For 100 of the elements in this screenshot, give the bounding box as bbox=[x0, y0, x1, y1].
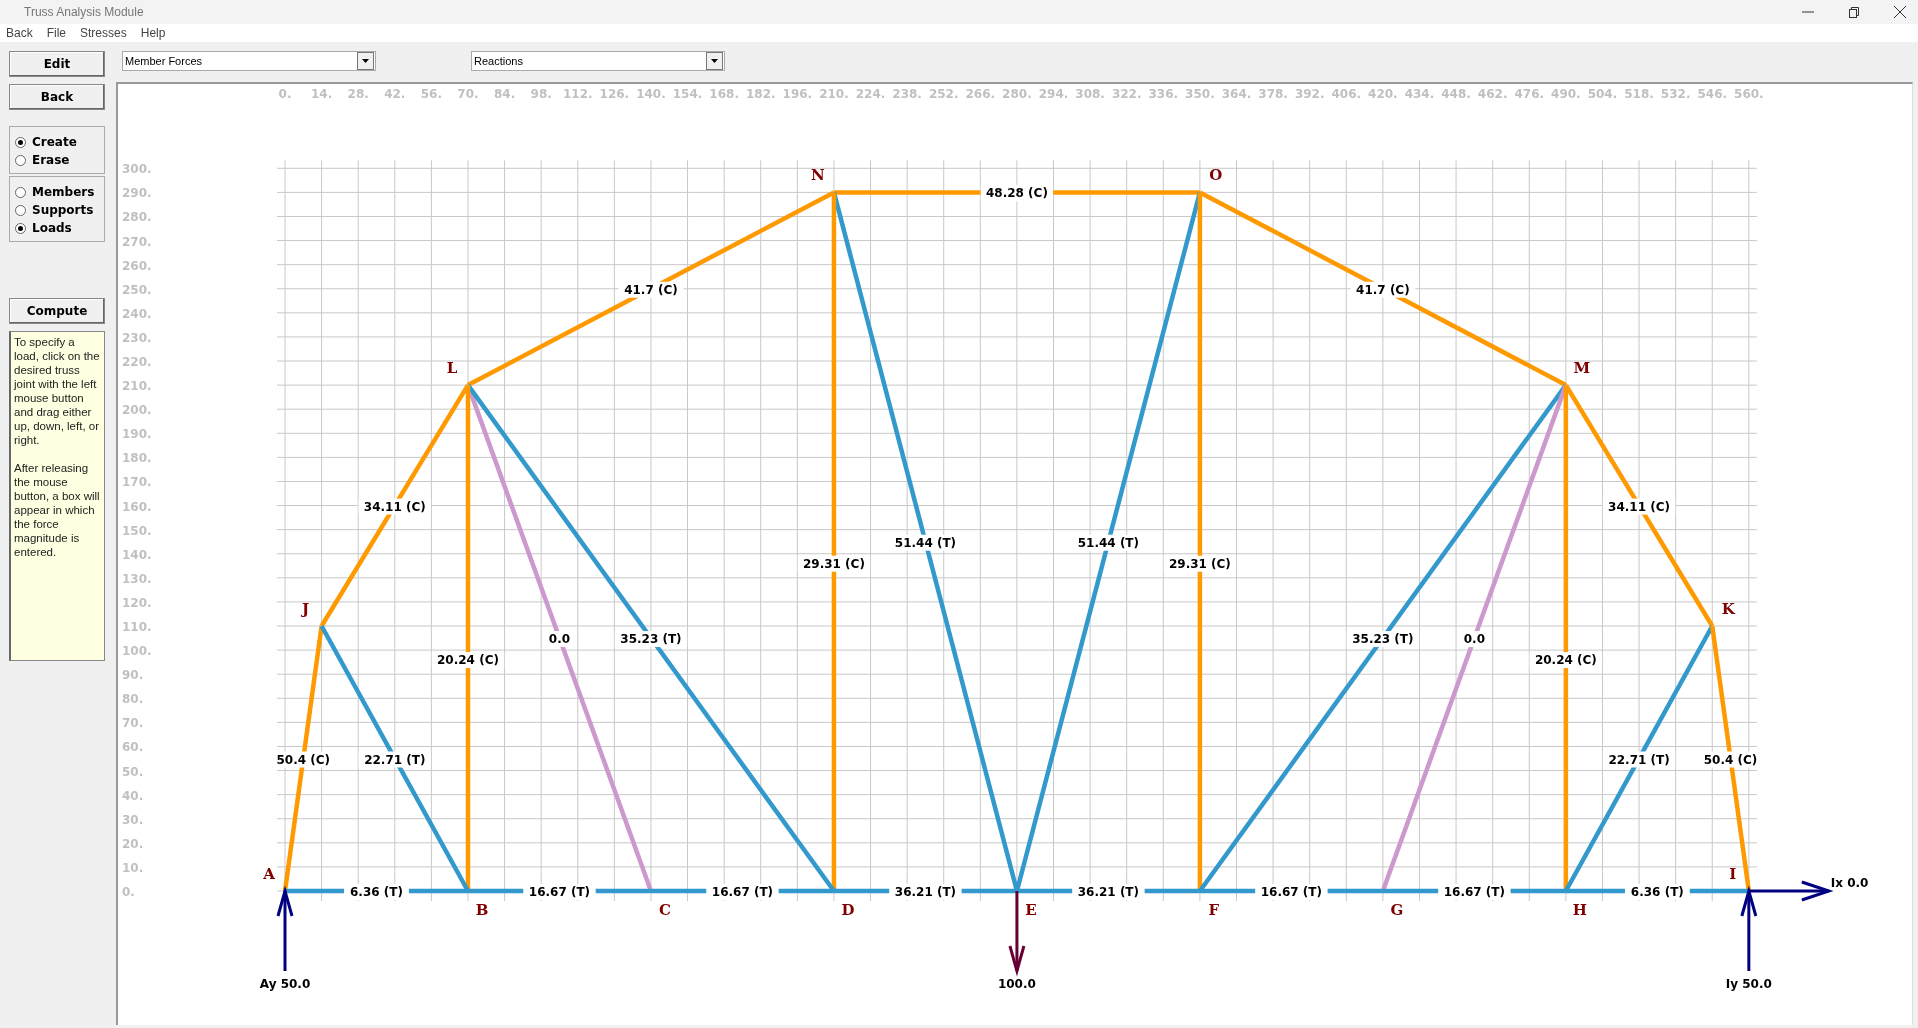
joint-label: E bbox=[1025, 901, 1037, 919]
dropdown-button[interactable] bbox=[706, 52, 723, 70]
axis-label: 392. bbox=[1294, 87, 1325, 101]
axis-label: 80. bbox=[122, 692, 144, 707]
radio-button[interactable] bbox=[15, 222, 26, 234]
axis-label: 190. bbox=[122, 427, 152, 442]
compute-button[interactable]: Compute bbox=[9, 298, 105, 324]
axis-label: 490. bbox=[1551, 87, 1581, 101]
axis-label: 50. bbox=[122, 764, 144, 779]
radio-label[interactable]: Supports bbox=[32, 203, 94, 217]
axis-label: 182. bbox=[745, 87, 776, 101]
window-title: Truss Analysis Module bbox=[24, 5, 144, 19]
help-text: After releasing the mouse button, a box will appear in which the force magnitude is entered. bbox=[14, 461, 101, 559]
axis-label: 476. bbox=[1514, 87, 1545, 101]
axis-label: 70. bbox=[122, 716, 144, 731]
axis-label: 100. bbox=[122, 644, 152, 659]
axis-label: 308. bbox=[1075, 87, 1105, 101]
axis-label: 0. bbox=[278, 87, 292, 101]
axis-label: 28. bbox=[347, 87, 369, 101]
axis-label: 140. bbox=[636, 87, 666, 101]
axis-label: 462. bbox=[1477, 87, 1508, 101]
axis-label: 406. bbox=[1331, 87, 1362, 101]
axis-label: 98. bbox=[530, 87, 552, 101]
axis-label: 224. bbox=[855, 87, 886, 101]
axis-label: 266. bbox=[965, 87, 996, 101]
axis-label: 240. bbox=[122, 306, 152, 321]
joint-label: D bbox=[841, 901, 855, 919]
axis-label: 280. bbox=[122, 210, 152, 225]
axis-label: 504. bbox=[1587, 87, 1618, 101]
dropdown[interactable]: Reactions bbox=[471, 51, 725, 71]
radio-label[interactable]: Erase bbox=[32, 153, 70, 167]
axis-label: 532. bbox=[1660, 87, 1691, 101]
joint-label: H bbox=[1572, 901, 1587, 919]
reaction-label: Ix 0.0 bbox=[1830, 876, 1869, 890]
joint-label: F bbox=[1208, 901, 1220, 919]
axis-label: 210. bbox=[819, 87, 849, 101]
axis-label: 364. bbox=[1221, 87, 1252, 101]
axis-label: 546. bbox=[1697, 87, 1728, 101]
axis-label: 20. bbox=[122, 836, 144, 851]
radio-button[interactable] bbox=[15, 204, 26, 216]
joint-label: G bbox=[1390, 901, 1404, 919]
axis-label: 294. bbox=[1038, 87, 1069, 101]
restore-icon[interactable] bbox=[1848, 6, 1860, 18]
axis-label: 110. bbox=[122, 620, 152, 634]
radio-button[interactable] bbox=[15, 136, 26, 148]
close-icon[interactable] bbox=[1894, 6, 1906, 18]
axis-label: 84. bbox=[493, 87, 516, 101]
help-text: To specify a load, click on the desired truss joint with the left mouse button and drag either up, down, left, or right. bbox=[14, 335, 101, 447]
radio-button[interactable] bbox=[15, 154, 26, 166]
axis-label: 30. bbox=[122, 812, 144, 827]
axis-label: 90. bbox=[122, 668, 144, 683]
caret-icon bbox=[711, 59, 718, 63]
axis-label: 260. bbox=[122, 258, 152, 273]
joint-label: K bbox=[1721, 600, 1735, 618]
back-button[interactable]: Back bbox=[9, 84, 105, 110]
radio-label[interactable]: Create bbox=[32, 135, 77, 149]
dropdown-button[interactable] bbox=[357, 52, 374, 70]
axis-label: 56. bbox=[420, 87, 442, 101]
menu-item[interactable]: File bbox=[46, 26, 67, 40]
axis-label: 60. bbox=[122, 740, 144, 755]
axis-label: 112. bbox=[562, 87, 593, 101]
axis-label: 180. bbox=[122, 451, 152, 466]
axis-label: 238. bbox=[892, 87, 922, 101]
joint-label: J bbox=[302, 600, 310, 618]
axis-label: 434. bbox=[1404, 87, 1435, 101]
axis-label: 252. bbox=[928, 87, 959, 101]
axis-label: 0. bbox=[122, 885, 135, 899]
caret-icon bbox=[362, 59, 369, 63]
axis-label: 140. bbox=[122, 547, 152, 562]
axis-label: 280. bbox=[1002, 87, 1032, 101]
joint-label: B bbox=[475, 901, 489, 919]
axis-label: 220. bbox=[122, 355, 152, 369]
joint-label: M bbox=[1573, 359, 1591, 378]
axis-label: 336. bbox=[1148, 87, 1179, 101]
axis-label: 270. bbox=[122, 234, 152, 249]
axis-label: 168. bbox=[709, 87, 739, 101]
axis-label: 420. bbox=[1368, 87, 1398, 101]
edit-button[interactable]: Edit bbox=[9, 51, 105, 77]
axis-label: 40. bbox=[122, 788, 144, 803]
axis-label: 120. bbox=[122, 595, 152, 610]
reaction-label: Ay 50.0 bbox=[259, 977, 311, 991]
axis-label: 250. bbox=[122, 282, 152, 297]
axis-label: 126. bbox=[599, 87, 630, 101]
radio-label[interactable]: Loads bbox=[32, 221, 72, 235]
radio-button[interactable] bbox=[15, 186, 26, 198]
dropdown[interactable]: Member Forces bbox=[122, 51, 376, 71]
reaction-label: Iy 50.0 bbox=[1725, 977, 1772, 991]
menu-item[interactable]: Back bbox=[6, 26, 33, 40]
axis-label: 196. bbox=[782, 87, 813, 101]
axis-label: 378. bbox=[1258, 87, 1288, 101]
radio-label[interactable]: Members bbox=[32, 185, 95, 199]
menu-item[interactable]: Help bbox=[140, 26, 166, 40]
axis-label: 560. bbox=[1734, 87, 1764, 101]
menu-item[interactable]: Stresses bbox=[80, 26, 127, 40]
axis-label: 210. bbox=[122, 379, 152, 394]
axis-label: 10. bbox=[122, 860, 144, 875]
axis-label: 448. bbox=[1441, 87, 1471, 101]
joint-label: O bbox=[1209, 166, 1223, 185]
load-label: 100.0 bbox=[997, 977, 1036, 991]
axis-label: 130. bbox=[122, 571, 152, 586]
